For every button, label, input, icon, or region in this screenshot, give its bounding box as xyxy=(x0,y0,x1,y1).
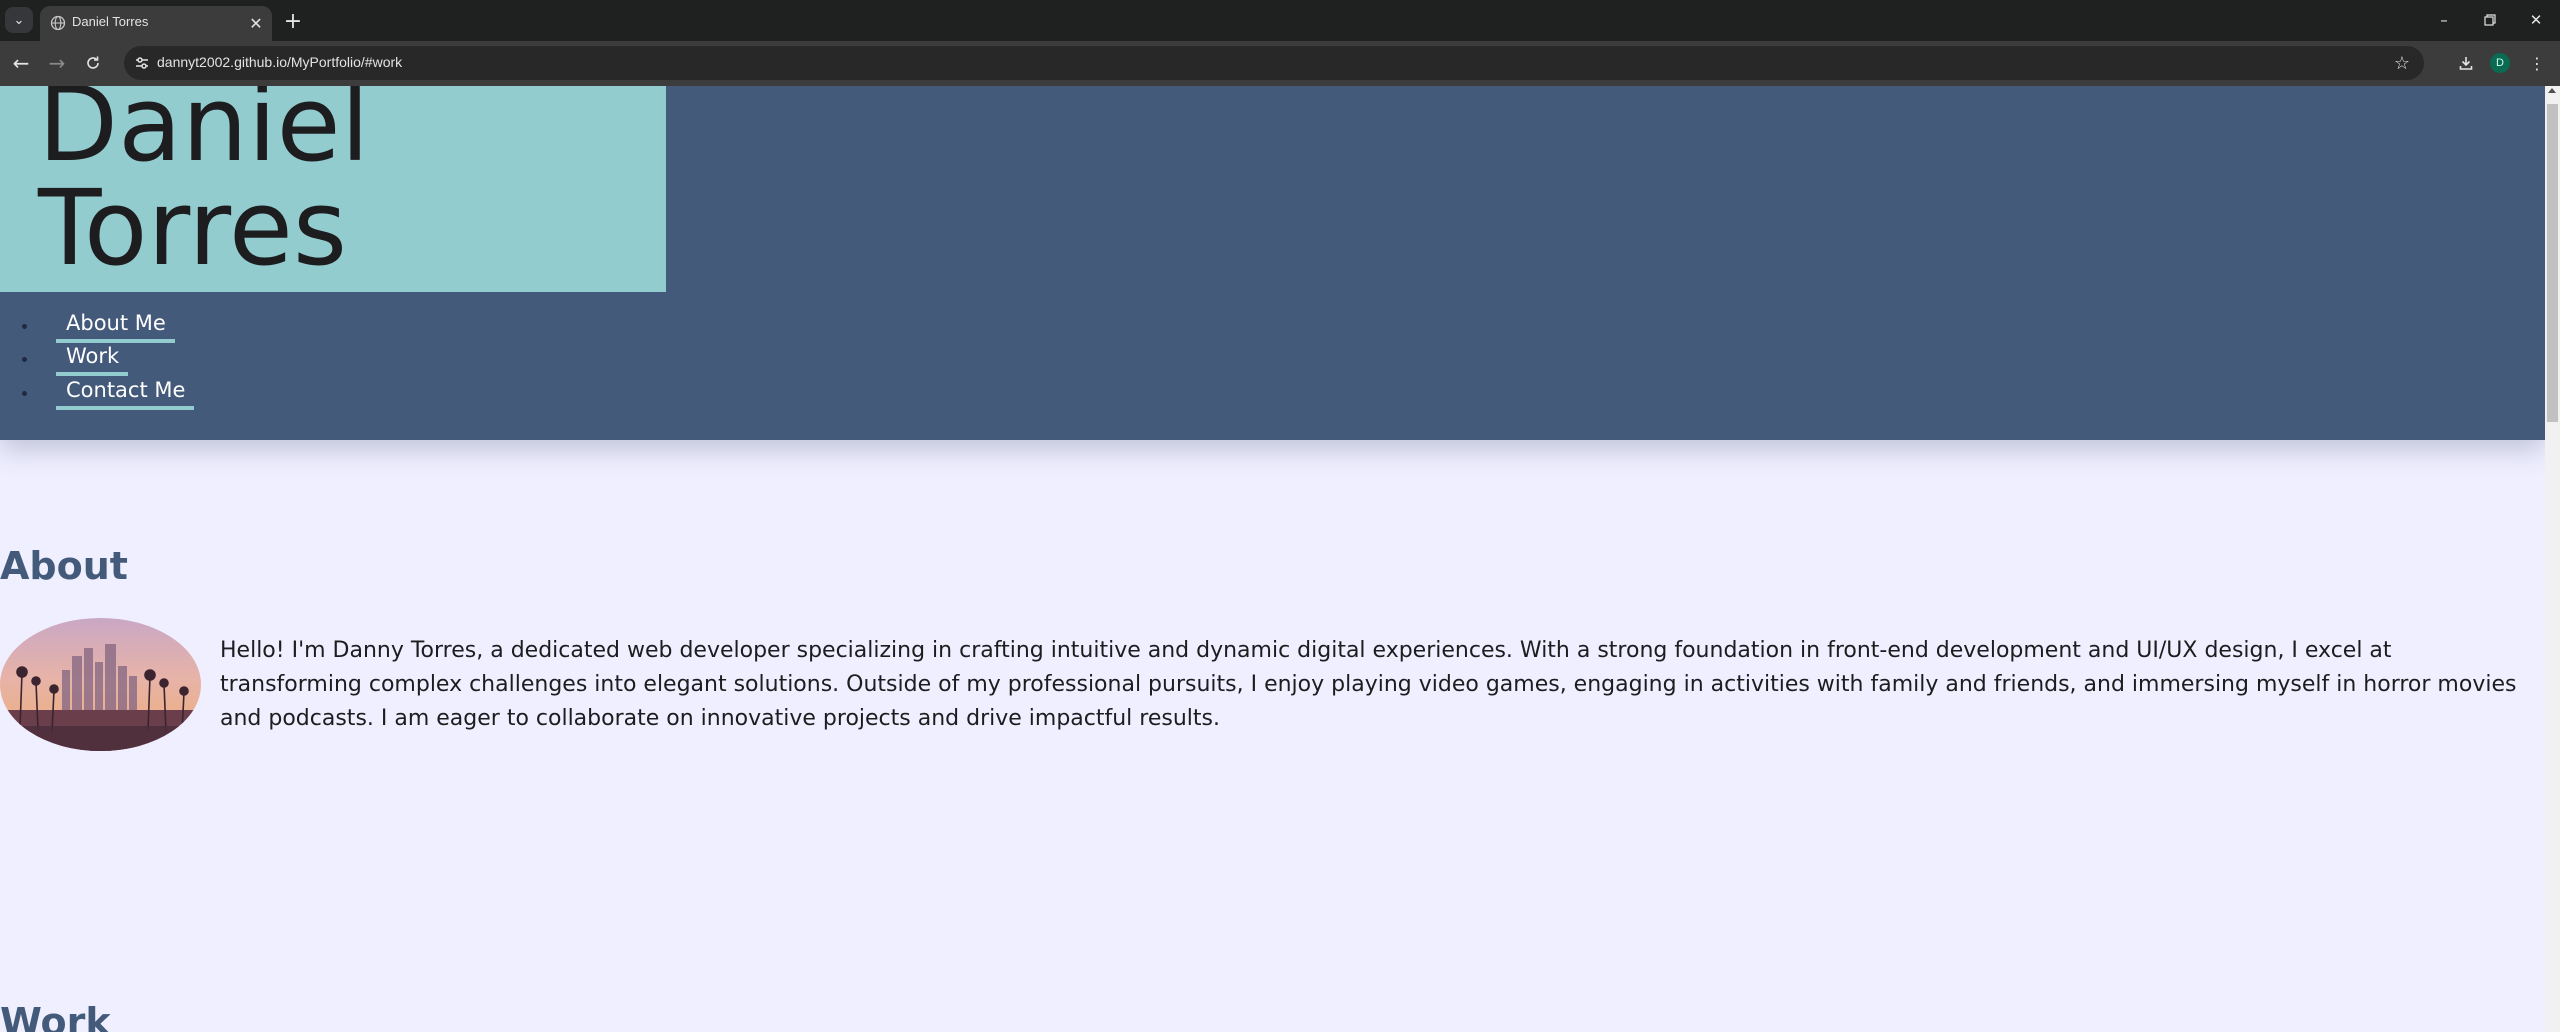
bullet-dot xyxy=(22,324,27,329)
nav-link-about-me[interactable]: About Me xyxy=(56,310,175,343)
url-text: dannyt2002.github.io/MyPortfolio/#work xyxy=(157,54,403,70)
bullet-dot xyxy=(22,391,27,396)
forward-arrow-icon[interactable]: → xyxy=(42,48,72,78)
bookmark-star-icon[interactable]: ☆ xyxy=(2390,51,2414,75)
name-last: Torres xyxy=(38,167,348,289)
profile-photo xyxy=(0,618,201,751)
name-block: Daniel Torres xyxy=(0,86,666,292)
about-heading: About xyxy=(0,544,128,588)
site-header: Daniel Torres About Me Work Contact Me xyxy=(0,86,2545,440)
minimize-icon[interactable]: – xyxy=(2424,6,2464,34)
page-scrollbar[interactable] xyxy=(2545,86,2560,1032)
browser-tab[interactable]: Daniel Torres ✕ xyxy=(40,6,272,41)
name-first: Daniel xyxy=(38,86,370,185)
bullet-dot xyxy=(22,357,27,362)
site-info-icon[interactable] xyxy=(130,51,154,75)
work-heading: Work xyxy=(0,1000,111,1032)
about-paragraph: Hello! I'm Danny Torres, a dedicated web… xyxy=(220,638,2517,731)
nav-link-contact-me[interactable]: Contact Me xyxy=(56,377,195,410)
page-viewport: Daniel Torres About Me Work Contact Me A… xyxy=(0,86,2545,1032)
nav-link-work[interactable]: Work xyxy=(56,343,129,376)
back-arrow-icon[interactable]: ← xyxy=(6,48,36,78)
restore-icon[interactable] xyxy=(2470,6,2510,34)
close-tab-icon[interactable]: ✕ xyxy=(246,13,266,33)
chevron-down-icon: ⌄ xyxy=(13,12,25,28)
profile-avatar[interactable]: D xyxy=(2490,53,2510,73)
tab-search-button[interactable]: ⌄ xyxy=(5,7,33,33)
browser-toolbar: ← → dannyt2002.github.io/MyPortfolio/#wo… xyxy=(0,41,2560,86)
address-bar[interactable]: dannyt2002.github.io/MyPortfolio/#work ☆ xyxy=(124,46,2424,80)
more-menu-icon[interactable]: ⋮ xyxy=(2523,49,2551,77)
scroll-up-arrow-icon[interactable] xyxy=(2548,88,2556,93)
download-icon[interactable] xyxy=(2452,49,2480,77)
close-window-icon[interactable]: ✕ xyxy=(2516,6,2556,34)
tab-title: Daniel Torres xyxy=(72,14,149,29)
new-tab-button[interactable]: + xyxy=(280,8,306,34)
reload-icon[interactable] xyxy=(78,48,108,78)
scrollbar-thumb[interactable] xyxy=(2547,104,2558,422)
site-title: Daniel Torres xyxy=(38,86,370,280)
city-skyline-image xyxy=(0,618,201,751)
browser-tab-bar: ⌄ Daniel Torres ✕ + – ✕ xyxy=(0,0,2560,41)
globe-icon xyxy=(50,15,66,31)
